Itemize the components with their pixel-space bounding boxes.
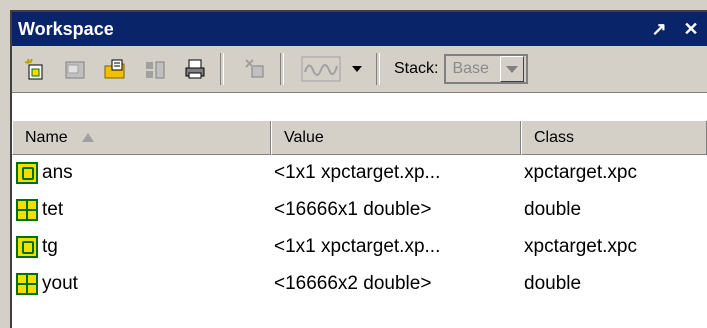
close-icon[interactable]: ✕ [675,19,707,40]
variable-value: <1x1 xpctarget.xp... [274,235,441,257]
open-variable-button[interactable] [58,52,92,86]
new-variable-button[interactable] [18,52,52,86]
variable-class: double [524,272,582,294]
variable-value: <16666x1 double> [274,198,432,220]
print-icon [185,59,205,79]
open-variable-icon [65,61,85,79]
column-header-label: Class [534,128,575,146]
variable-class: xpctarget.xpc [524,161,637,183]
print-button[interactable] [178,52,212,86]
column-header-name[interactable]: Name [12,121,271,155]
import-data-icon [104,59,125,79]
variable-value: <16666x2 double> [274,272,432,294]
title-bar[interactable]: Workspace ↗ ✕ [12,12,707,46]
plot-button[interactable] [298,52,344,86]
stack-dropdown-button[interactable] [500,56,525,82]
object-icon [16,161,38,184]
variable-name: tet [42,198,64,220]
variable-name: ans [42,161,73,183]
variable-name: yout [42,272,78,294]
save-button[interactable] [138,52,172,86]
workspace-panel: Workspace ↗ ✕ Stack: Base Name Value Cla… [10,10,707,328]
column-header-value[interactable]: Value [271,121,521,155]
new-variable-icon [24,58,43,80]
undock-icon[interactable]: ↗ [643,19,675,40]
toolbar-separator [220,53,224,85]
save-icon [146,61,165,79]
toolbar-separator [280,53,284,85]
column-header-label: Value [284,128,324,146]
column-header-label: Name [25,128,68,146]
variable-class: double [524,198,582,220]
toolbar-separator [376,53,380,85]
stack-label: Stack: [394,60,439,77]
window-title: Workspace [18,18,114,39]
chevron-down-icon [506,65,519,73]
table-row[interactable]: tet <16666x1 double> double [12,191,707,228]
column-header-class[interactable]: Class [521,121,707,155]
matrix-icon [16,272,38,295]
variable-list: ans <1x1 xpctarget.xp... xpctarget.xpc t… [12,154,707,302]
sort-ascending-icon [81,133,94,142]
toolbar: Stack: Base [12,46,707,93]
table-header: Name Value Class [12,120,707,155]
stack-select[interactable]: Base [444,54,529,84]
stack-value: Base [452,60,489,77]
delete-icon [245,59,264,78]
workspace-window: Workspace ↗ ✕ Stack: Base Name Value Cla… [0,0,707,328]
matrix-icon [16,198,38,221]
table-row[interactable]: yout <16666x2 double> double [12,265,707,302]
table-row[interactable]: tg <1x1 xpctarget.xp... xpctarget.xpc [12,228,707,265]
variable-class: xpctarget.xpc [524,235,637,257]
import-data-button[interactable] [98,52,132,86]
object-icon [16,235,38,258]
plot-dropdown-arrow[interactable] [352,66,362,72]
variable-name: tg [42,235,58,257]
variable-value: <1x1 xpctarget.xp... [274,161,441,183]
delete-button[interactable] [238,52,272,86]
plot-icon [301,56,341,82]
table-row[interactable]: ans <1x1 xpctarget.xp... xpctarget.xpc [12,154,707,191]
